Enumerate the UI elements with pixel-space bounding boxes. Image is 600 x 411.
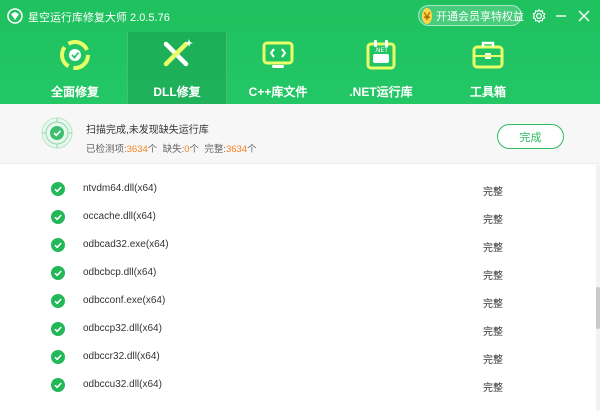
nav-tab-full-repair[interactable]: 全面修复 (25, 32, 125, 104)
title-bar: 星空运行库修复大师 2.0.5.76 ￥ 开通会员享特权益 (0, 0, 600, 32)
nav-label: 全面修复 (50, 85, 99, 99)
missing-label: 缺失: (162, 144, 185, 155)
check-icon (51, 378, 65, 392)
nav-label: 工具箱 (469, 85, 506, 99)
checked-count: 3634 (126, 144, 148, 155)
file-name: odbcad32.exe(x64) (83, 239, 169, 250)
settings-gear-icon[interactable] (531, 8, 547, 24)
file-status: 完整 (483, 243, 503, 254)
nav-tab-cpp-libs[interactable]: C++库文件 (228, 32, 328, 104)
scrollbar-thumb[interactable] (596, 287, 600, 329)
vip-label: 开通会员享特权益 (436, 10, 524, 23)
list-item: odbccu32.dll(x64) 完整 (0, 371, 596, 399)
complete-unit: 个 (247, 144, 257, 155)
file-name: odbccp32.dll(x64) (83, 323, 162, 334)
nav-tab-dotnet[interactable]: .NET .NET运行库 (331, 32, 431, 104)
code-monitor-icon (261, 38, 295, 72)
list-item: odbccp32.dll(x64) 完整 (0, 315, 596, 343)
file-name: odbcbcp.dll(x64) (83, 267, 157, 278)
nav-tab-dll-repair[interactable]: DLL修复 (127, 32, 227, 104)
nav-label: C++库文件 (248, 85, 308, 99)
file-status: 完整 (483, 355, 503, 366)
shield-refresh-icon (58, 38, 92, 72)
vip-coin-icon: ￥ (422, 7, 432, 24)
main-nav: 全面修复 DLL修复 C++库文件 .NET .NET运行库 工具箱 (0, 32, 600, 104)
check-icon (51, 182, 65, 196)
file-status: 完整 (483, 383, 503, 394)
svg-text:.NET: .NET (374, 47, 388, 54)
complete-label: 完整: (204, 144, 226, 155)
check-icon (51, 210, 65, 224)
nav-label: DLL修复 (153, 85, 201, 99)
check-icon (51, 322, 65, 336)
complete-count: 3634 (225, 144, 248, 155)
scan-status-panel: 扫描完成,未发现缺失运行库 已检测项:3634个 缺失:0个 完整:3634个 … (0, 104, 600, 164)
close-icon[interactable] (576, 8, 592, 24)
file-name: odbcconf.exe(x64) (83, 295, 166, 306)
check-icon (51, 294, 65, 308)
app-header: 星空运行库修复大师 2.0.5.76 ￥ 开通会员享特权益 全面修复 DLL修复… (0, 0, 600, 104)
file-name: odbccr32.dll(x64) (83, 351, 160, 362)
checked-label: 已检测项: (86, 144, 127, 155)
scan-stats: 已检测项:3634个 缺失:0个 完整:3634个 (86, 141, 257, 155)
check-icon (51, 238, 65, 252)
list-item: odbcbcp.dll(x64) 完整 (0, 259, 596, 287)
file-name: odbccu32.dll(x64) (83, 379, 162, 390)
file-status: 完整 (483, 215, 503, 226)
list-item: odbcad32.exe(x64) 完整 (0, 231, 596, 259)
scan-radar-icon (41, 117, 73, 149)
list-item: ntvdm64.dll(x64) 完整 (0, 175, 596, 203)
check-icon (51, 350, 65, 364)
file-status: 完整 (483, 327, 503, 338)
done-button[interactable]: 完成 (497, 124, 564, 149)
list-item: occache.dll(x64) 完整 (0, 203, 596, 231)
file-list: ntvdm64.dll(x64) 完整 occache.dll(x64) 完整 … (0, 165, 596, 411)
net-calendar-icon: .NET (364, 38, 398, 72)
list-scrollbar[interactable] (596, 165, 600, 411)
scan-result-title: 扫描完成,未发现缺失运行库 (86, 125, 209, 136)
nav-label: .NET运行库 (349, 85, 413, 99)
nav-tab-toolbox[interactable]: 工具箱 (438, 32, 538, 104)
app-title: 星空运行库修复大师 2.0.5.76 (28, 12, 170, 24)
check-icon (51, 266, 65, 280)
minimize-icon[interactable] (553, 8, 569, 24)
app-logo-icon (7, 8, 23, 24)
checked-unit: 个 (147, 144, 158, 155)
missing-unit: 个 (189, 144, 200, 155)
file-status: 完整 (483, 299, 503, 310)
list-item: odbcconf.exe(x64) 完整 (0, 287, 596, 315)
list-item: odbccr32.dll(x64) 完整 (0, 343, 596, 371)
toolbox-icon (471, 38, 505, 72)
file-status: 完整 (483, 271, 503, 282)
file-name: ntvdm64.dll(x64) (83, 183, 157, 194)
file-name: occache.dll(x64) (83, 211, 156, 222)
vip-button[interactable]: ￥ 开通会员享特权益 (418, 5, 524, 26)
dll-wrench-icon (160, 38, 194, 72)
file-status: 完整 (483, 187, 503, 198)
